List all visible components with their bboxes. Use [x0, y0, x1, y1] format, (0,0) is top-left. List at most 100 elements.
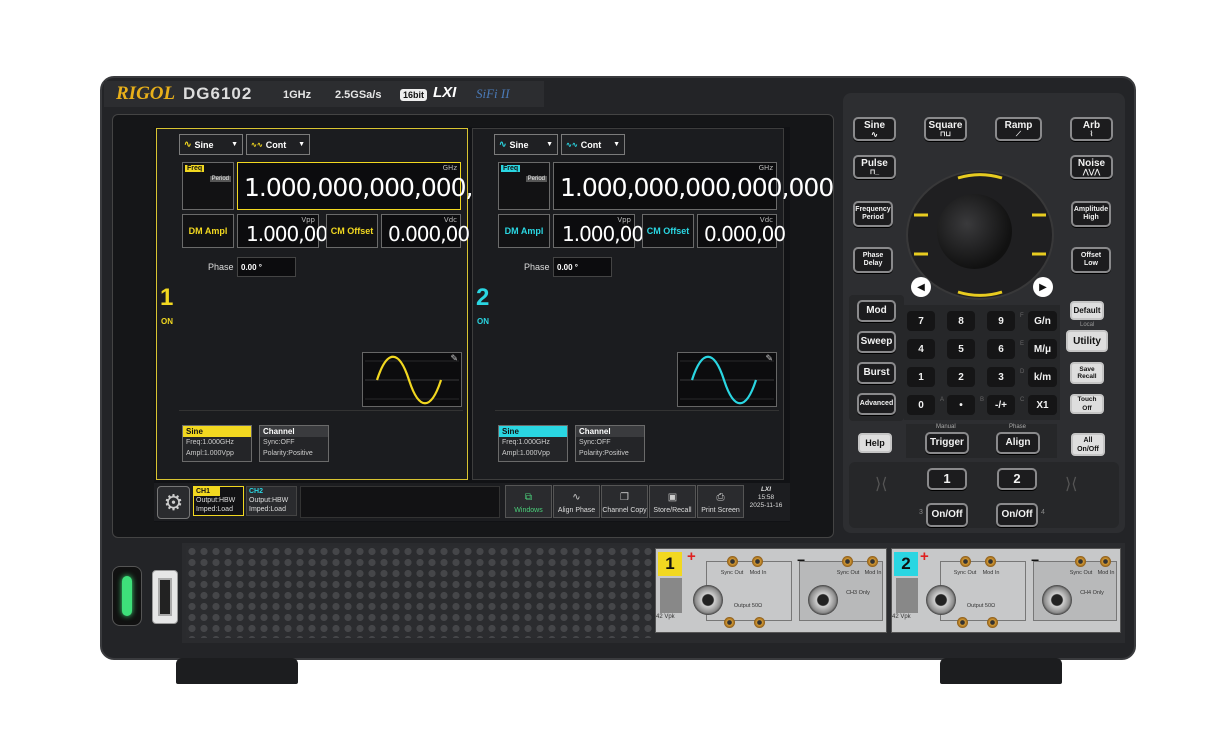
ch2-channel-tab[interactable]: Channel Sync:OFF Polarity:Positive — [575, 425, 645, 462]
sign-key[interactable]: -/+ — [987, 395, 1015, 415]
all-on-off-key[interactable]: All On/Off — [1071, 433, 1105, 456]
ch1-wave-preview[interactable]: ✎ — [362, 352, 462, 407]
align-key[interactable]: Align — [996, 432, 1040, 454]
digit-8-key[interactable]: 8 — [947, 311, 975, 331]
ch2-offset-field[interactable]: Vdc 0.000,00 — [697, 214, 786, 248]
unit-x1-key[interactable]: X1 — [1028, 395, 1057, 415]
ch2-ampl-label[interactable]: DM Ampl — [498, 214, 550, 248]
frequency-period-key[interactable]: Frequency Period — [853, 201, 893, 227]
gear-icon[interactable]: ⚙ — [157, 486, 190, 519]
channel2-key[interactable]: 2 — [997, 468, 1037, 490]
ch1-waveform-dropdown[interactable]: ∿ Sine ▼ — [179, 134, 243, 155]
edit-icon[interactable]: ✎ — [765, 353, 773, 364]
digit-3-key[interactable]: 3 — [987, 367, 1015, 387]
ch2-waveform-dropdown[interactable]: ∿ Sine ▼ — [494, 134, 558, 155]
ch1-output-connector-b[interactable] — [754, 617, 765, 628]
digit-6-key[interactable]: 6 — [987, 339, 1015, 359]
digit-5-key[interactable]: 5 — [947, 339, 975, 359]
default-key[interactable]: Default — [1070, 301, 1104, 320]
ch1-aux-connector-a[interactable] — [842, 556, 853, 567]
ch2-neg-output-bnc[interactable] — [1042, 585, 1072, 615]
phase-delay-key[interactable]: Phase Delay — [853, 247, 893, 273]
dock-align-phase-button[interactable]: ∿ Align Phase — [553, 485, 600, 518]
ch1-freq-field[interactable]: GHz 1.000,000,000,000,000 — [237, 162, 518, 210]
ch2-wave-preview[interactable]: ✎ — [677, 352, 777, 407]
channel-led-left-icon: ⟩⟨ — [875, 476, 888, 493]
ch2-offset-label[interactable]: CM Offset — [642, 214, 694, 248]
digit-1-key[interactable]: 1 — [907, 367, 935, 387]
period-tab: Period — [209, 176, 231, 182]
dock-windows-button[interactable]: ⧉ Windows — [505, 485, 552, 518]
ch2-sine-tab[interactable]: Sine Freq:1.000GHz Ampl:1.000Vpp — [498, 425, 568, 462]
ch2-phase-field[interactable]: 0.00 ° — [553, 257, 612, 277]
ch1-aux-connector-b[interactable] — [867, 556, 878, 567]
ch1-offset-label[interactable]: CM Offset — [326, 214, 378, 248]
ch1-pos-output-bnc[interactable] — [693, 585, 723, 615]
offset-low-key[interactable]: Offset Low — [1071, 247, 1111, 273]
channel2-onoff-key[interactable]: On/Off — [996, 503, 1038, 527]
dock-store-recall-button[interactable]: ▣ Store/Recall — [649, 485, 696, 518]
channel1-onoff-key[interactable]: On/Off — [926, 503, 968, 527]
digit-4-key[interactable]: 4 — [907, 339, 935, 359]
ch2-output-connector-a[interactable] — [957, 617, 968, 628]
ch1-channel-tab[interactable]: Channel Sync:OFF Polarity:Positive — [259, 425, 329, 462]
amplitude-high-key[interactable]: Amplitude High — [1071, 201, 1111, 227]
ch1-offset-field[interactable]: Vdc 0.000,00 — [381, 214, 470, 248]
dock-channel-copy-button[interactable]: ❐ Channel Copy — [601, 485, 648, 518]
ch1-ampl-label[interactable]: DM Ampl — [182, 214, 234, 248]
digit-9-key[interactable]: 9 — [987, 311, 1015, 331]
advanced-key[interactable]: Advanced — [857, 393, 896, 415]
ch2-aux-connector-a[interactable] — [1075, 556, 1086, 567]
ch1-status-box[interactable]: CH1 Output:HBW Imped:Load — [193, 486, 244, 516]
ch2-status-box[interactable]: CH2 Output:HBW Imped:Load — [246, 486, 297, 516]
pulse-key[interactable]: Pulse ⊓_ — [853, 155, 896, 179]
edit-icon[interactable]: ✎ — [450, 353, 458, 364]
ch1-mode-dropdown[interactable]: ∿∿ Cont ▼ — [246, 134, 310, 155]
noise-key[interactable]: Noise ⋀⋁⋀ — [1070, 155, 1113, 179]
unit-g-n-key[interactable]: G/n — [1028, 311, 1057, 331]
ch2-ampl-field[interactable]: Vpp 1.000,00 — [553, 214, 644, 248]
right-arrow-key[interactable]: ▶ — [1033, 277, 1053, 297]
save-recall-key[interactable]: Save Recall — [1070, 362, 1104, 384]
square-key[interactable]: Square ⊓⊔ — [924, 117, 967, 141]
ch2-freq-field[interactable]: GHz 1.000,000,000,000,000 — [553, 162, 834, 210]
ch2-aux-connector-b[interactable] — [1100, 556, 1111, 567]
utility-key[interactable]: Utility — [1066, 330, 1108, 352]
arb-key[interactable]: Arb ⌇ — [1070, 117, 1113, 141]
ch2-mod-in-connector[interactable] — [985, 556, 996, 567]
left-arrow-key[interactable]: ◀ — [911, 277, 931, 297]
trigger-key[interactable]: Trigger — [925, 432, 969, 454]
ch1-output-connector-a[interactable] — [724, 617, 735, 628]
sweep-key[interactable]: Sweep — [857, 331, 896, 353]
mod-key[interactable]: Mod — [857, 300, 896, 322]
touch-off-key[interactable]: Touch Off — [1070, 394, 1104, 414]
usb-port[interactable] — [158, 578, 172, 616]
freq-unit: GHz — [758, 164, 773, 172]
burst-key[interactable]: Burst — [857, 362, 896, 384]
unit-k-m-key[interactable]: k/m — [1028, 367, 1057, 387]
digit-7-key[interactable]: 7 — [907, 311, 935, 331]
channel1-key[interactable]: 1 — [927, 468, 967, 490]
ch2-sync-out-connector[interactable] — [960, 556, 971, 567]
sine-key[interactable]: Sine ∿ — [853, 117, 896, 141]
ch1-mod-in-connector[interactable] — [752, 556, 763, 567]
help-key[interactable]: Help — [858, 433, 892, 453]
ch2-mode-dropdown[interactable]: ∿∿ Cont ▼ — [561, 134, 625, 155]
unit-m-u-key[interactable]: M/μ — [1028, 339, 1057, 359]
ch1-neg-output-bnc[interactable] — [808, 585, 838, 615]
ch1-freq-selector[interactable]: Freq Period — [182, 162, 234, 210]
rotary-knob[interactable] — [937, 194, 1012, 269]
power-button[interactable] — [122, 576, 132, 616]
ch1-ampl-field[interactable]: Vpp 1.000,00 — [237, 214, 328, 248]
ch1-sine-tab[interactable]: Sine Freq:1.000GHz Ampl:1.000Vpp — [182, 425, 252, 462]
digit-0-key[interactable]: 0 — [907, 395, 935, 415]
ch2-output-connector-b[interactable] — [987, 617, 998, 628]
ramp-key[interactable]: Ramp ⟋ — [995, 117, 1042, 141]
dock-print-screen-button[interactable]: ⎙ Print Screen — [697, 485, 744, 518]
ch1-sync-out-connector[interactable] — [727, 556, 738, 567]
ch1-phase-field[interactable]: 0.00 ° — [237, 257, 296, 277]
ch2-freq-selector[interactable]: Freq Period — [498, 162, 550, 210]
digit-2-key[interactable]: 2 — [947, 367, 975, 387]
decimal-key[interactable]: • — [947, 395, 975, 415]
ch2-pos-output-bnc[interactable] — [926, 585, 956, 615]
